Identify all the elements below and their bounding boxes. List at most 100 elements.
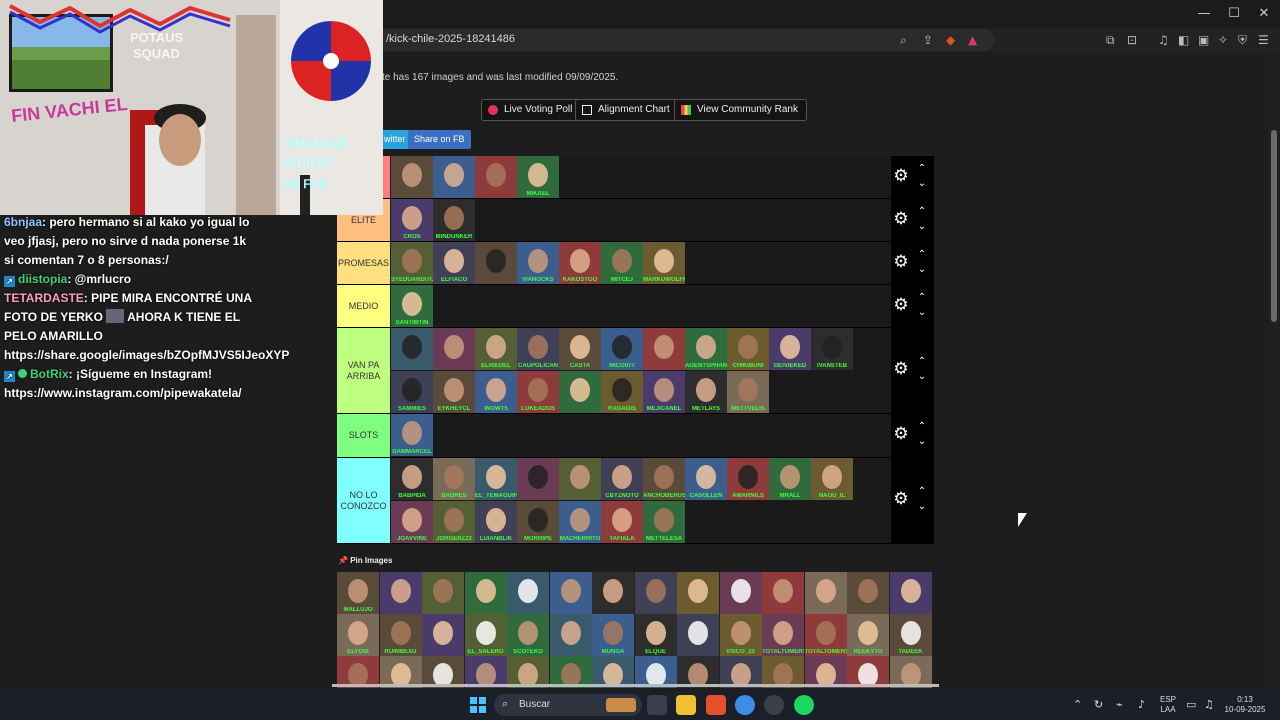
tier-item-image[interactable]: EL_TEMAGUIFLA — [475, 458, 517, 500]
brave-shield-icon[interactable]: ◆ — [946, 33, 955, 47]
tier-item-image[interactable]: LOKEADOS — [517, 371, 559, 413]
tier-item-image[interactable] — [475, 156, 517, 198]
tier-item-image[interactable]: CBYZNOTO — [601, 458, 643, 500]
move-tier-down-icon[interactable]: ⌄ — [915, 263, 929, 277]
url-text[interactable]: /kick-chile-2025-18241486 — [386, 33, 515, 45]
tier-item-image[interactable]: ELRIEDEL — [475, 328, 517, 370]
tier-item-image[interactable]: MINDUNKER — [433, 199, 475, 241]
tier-item-image[interactable]: RAGAGIS — [601, 371, 643, 413]
pin-image[interactable]: MUNGA — [592, 614, 634, 656]
pin-image[interactable]: VISCO_23 — [719, 614, 762, 656]
move-tier-down-icon[interactable]: ⌄ — [915, 306, 929, 320]
move-tier-up-icon[interactable]: ⌃ — [915, 162, 929, 176]
tier-item-image[interactable]: MRALL — [769, 458, 811, 500]
pin-image[interactable] — [549, 572, 592, 614]
tier-item-image[interactable]: MITCEJ — [601, 242, 643, 284]
tier-label[interactable]: PROMESAS — [337, 242, 390, 284]
minimize-icon[interactable]: — — [1192, 4, 1216, 24]
pin-image[interactable]: TOTALTOMERS — [804, 614, 847, 656]
leo-ai-icon[interactable]: ✧ — [1218, 33, 1228, 47]
pin-image[interactable] — [379, 572, 422, 614]
tier-item-image[interactable] — [433, 156, 475, 198]
tier-settings-gear-icon[interactable]: ⚙ — [891, 166, 911, 186]
tier-item-image[interactable]: KAKOSTGO — [559, 242, 601, 284]
tier-settings-gear-icon[interactable]: ⚙ — [891, 359, 911, 379]
tier-item-image[interactable] — [391, 328, 433, 370]
tier-item-image[interactable]: DAMMARCEL — [391, 414, 433, 456]
tier-item-image[interactable]: AGENTSPHANTOM — [685, 328, 727, 370]
pin-image[interactable] — [422, 572, 464, 614]
tier-item-image[interactable]: AWARNILS — [727, 458, 769, 500]
brave-browser-icon[interactable] — [706, 695, 726, 715]
tier-item-image[interactable]: DEIVIEKED — [769, 328, 811, 370]
pin-image[interactable] — [719, 572, 762, 614]
zoom-icon[interactable]: ⌕ — [900, 33, 907, 48]
pin-image[interactable] — [634, 572, 677, 614]
move-tier-down-icon[interactable]: ⌄ — [915, 435, 929, 449]
tier-item-image[interactable]: SYEDUARDITO — [391, 242, 433, 284]
tier-item-image[interactable] — [517, 458, 559, 500]
tier-settings-gear-icon[interactable]: ⚙ — [891, 295, 911, 315]
live-voting-button[interactable]: Live Voting Poll — [481, 99, 582, 121]
obs-icon[interactable] — [764, 695, 784, 715]
share-fb-button[interactable]: Share on FB — [408, 130, 471, 149]
monitor-icon[interactable]: ▭ — [1186, 698, 1196, 711]
tier-item-image[interactable]: MIKAEL — [517, 156, 559, 198]
volume-icon[interactable]: ♫ — [1204, 698, 1214, 711]
pin-image[interactable] — [549, 614, 592, 656]
alignment-chart-button[interactable]: Alignment Chart — [575, 99, 679, 121]
pin-image[interactable] — [804, 572, 847, 614]
tier-item-image[interactable] — [391, 156, 433, 198]
page-horizontal-scrollbar[interactable] — [332, 684, 939, 687]
tier-label[interactable]: VAN PA ARRIBA — [337, 328, 390, 413]
tier-item-image[interactable]: MICO077 — [601, 328, 643, 370]
tier-label[interactable]: MEDIO — [337, 285, 390, 327]
tier-item-image[interactable]: MEJICANEL — [643, 371, 685, 413]
tier-item-image[interactable]: TAFIALA — [601, 501, 643, 543]
pin-image[interactable]: ELQUE — [634, 614, 677, 656]
tier-item-image[interactable]: MARKUWOLFM — [643, 242, 685, 284]
tier-item-image[interactable] — [475, 242, 517, 284]
move-tier-up-icon[interactable]: ⌃ — [915, 485, 929, 499]
tier-item-image[interactable]: BABPIDA — [391, 458, 433, 500]
tier-item-image[interactable]: INOWT5 — [475, 371, 517, 413]
extensions-icon[interactable]: ⧉ — [1106, 33, 1115, 48]
tier-item-image[interactable]: NAOU_IL — [811, 458, 853, 500]
pin-image[interactable] — [762, 572, 804, 614]
tier-settings-gear-icon[interactable]: ⚙ — [891, 252, 911, 272]
screenshot-icon[interactable]: ⊡ — [1127, 33, 1137, 47]
tier-item-image[interactable]: IVANSTEB — [811, 328, 853, 370]
pin-image[interactable]: REEKYTO — [847, 614, 889, 656]
pin-image[interactable] — [677, 614, 719, 656]
spotify-icon[interactable] — [794, 695, 814, 715]
pin-image[interactable]: TADEEK — [889, 614, 932, 656]
move-tier-up-icon[interactable]: ⌃ — [915, 420, 929, 434]
taskbar-search[interactable]: ⌕ Buscar — [494, 694, 642, 716]
tier-item-image[interactable]: EYKHEYCL — [433, 371, 475, 413]
tier-item-image[interactable]: SANTIMTIN — [391, 285, 433, 327]
tier-item-image[interactable]: CASTA — [559, 328, 601, 370]
tier-label[interactable]: SLOTS — [337, 414, 390, 457]
tier-item-image[interactable]: ANCHOBERUS — [643, 458, 685, 500]
scrollbar-thumb[interactable] — [1271, 130, 1277, 322]
move-tier-up-icon[interactable]: ⌃ — [915, 248, 929, 262]
tier-item-image[interactable]: CHIKIBUNI — [727, 328, 769, 370]
tier-settings-gear-icon[interactable]: ⚙ — [891, 489, 911, 509]
language-indicator[interactable]: ESP LAA — [1158, 695, 1178, 715]
maximize-icon[interactable]: ☐ — [1222, 4, 1246, 24]
clock[interactable]: 0:13 10-09-2025 — [1222, 695, 1268, 715]
network-icon[interactable]: ⌁ — [1116, 698, 1123, 711]
tier-item-image[interactable]: IVANOCKS — [517, 242, 559, 284]
tier-label[interactable]: NO LO CONOZCO — [337, 458, 390, 543]
move-tier-up-icon[interactable]: ⌃ — [915, 355, 929, 369]
tier-item-image[interactable]: SAMMIES — [391, 371, 433, 413]
windows-start-icon[interactable] — [470, 697, 486, 713]
task-view-icon[interactable] — [647, 695, 667, 715]
tier-settings-gear-icon[interactable]: ⚙ — [891, 209, 911, 229]
sidebar-icon[interactable]: ◧ — [1178, 33, 1189, 47]
tier-item-image[interactable]: BADRES — [433, 458, 475, 500]
tier-item-image[interactable]: ELFIACO — [433, 242, 475, 284]
file-explorer-icon[interactable] — [676, 695, 696, 715]
tray-overflow-icon[interactable]: ⌃ — [1073, 698, 1082, 711]
tier-item-image[interactable]: METTVELIS — [727, 371, 769, 413]
